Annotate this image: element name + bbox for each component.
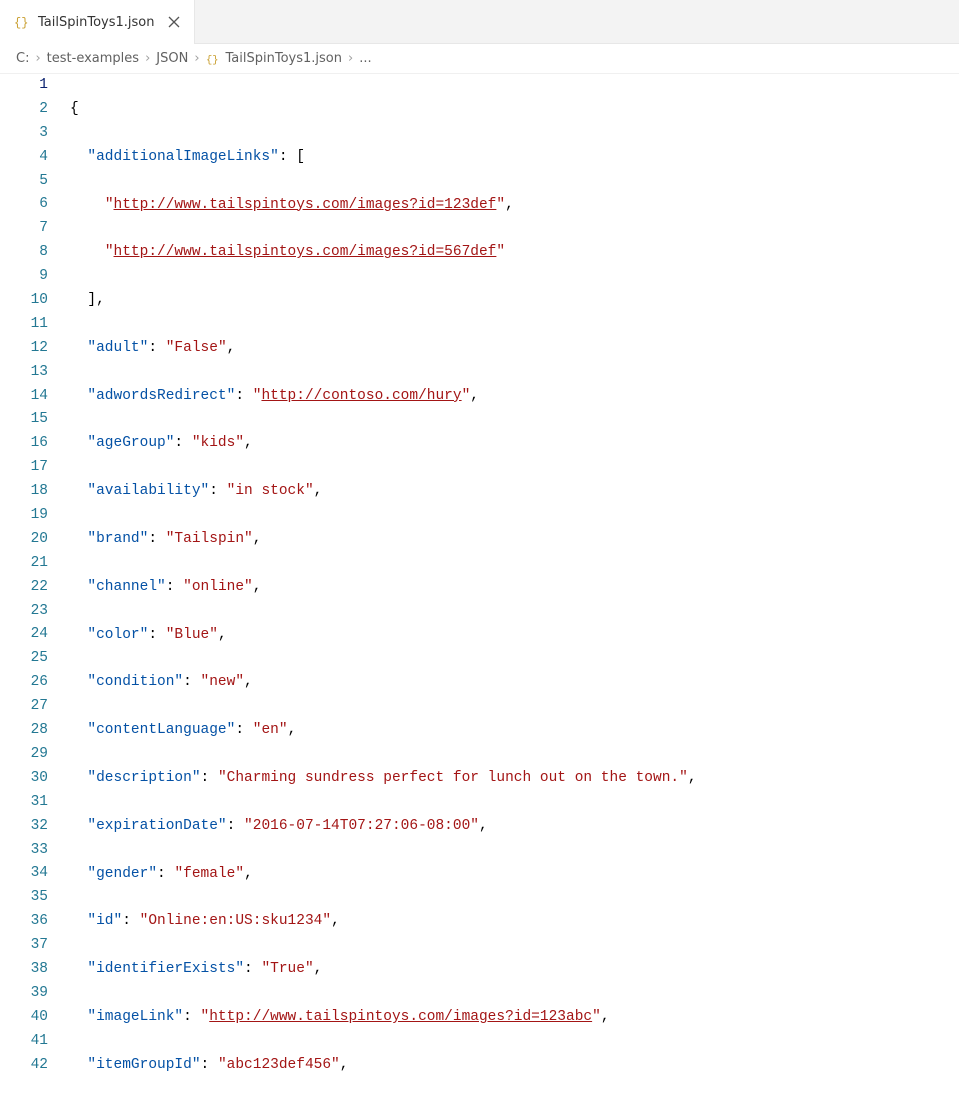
tab-filename: TailSpinToys1.json	[38, 15, 154, 30]
code-line: "identifierExists": "True",	[70, 958, 959, 982]
line-number: 11	[0, 313, 48, 337]
svg-text:{}: {}	[14, 16, 28, 30]
code-line: "ageGroup": "kids",	[70, 432, 959, 456]
line-number: 8	[0, 241, 48, 265]
line-number	[0, 1077, 48, 1101]
line-number: 28	[0, 719, 48, 743]
line-number: 25	[0, 647, 48, 671]
line-number: 35	[0, 886, 48, 910]
code-line: "http://www.tailspintoys.com/images?id=1…	[70, 194, 959, 218]
line-number: 26	[0, 671, 48, 695]
code-line: "channel": "online",	[70, 576, 959, 600]
code-content[interactable]: { "additionalImageLinks": [ "http://www.…	[70, 74, 959, 1083]
code-line: "availability": "in stock",	[70, 480, 959, 504]
code-line: "itemGroupId": "abc123def456",	[70, 1054, 959, 1078]
line-number: 5	[0, 170, 48, 194]
line-number: 41	[0, 1030, 48, 1054]
line-number: 23	[0, 600, 48, 624]
line-number: 16	[0, 432, 48, 456]
json-file-icon: {}	[14, 14, 30, 30]
line-number: 7	[0, 217, 48, 241]
line-number: 15	[0, 408, 48, 432]
code-line: {	[70, 98, 959, 122]
line-number: 27	[0, 695, 48, 719]
breadcrumb-drive[interactable]: C:	[16, 51, 29, 66]
code-line: "description": "Charming sundress perfec…	[70, 767, 959, 791]
line-number: 3	[0, 122, 48, 146]
line-number: 42	[0, 1054, 48, 1078]
line-number: 6	[0, 193, 48, 217]
svg-text:{}: {}	[206, 54, 219, 66]
code-line: "imageLink": "http://www.tailspintoys.co…	[70, 1006, 959, 1030]
line-number: 29	[0, 743, 48, 767]
line-number: 10	[0, 289, 48, 313]
editor-tab[interactable]: {} TailSpinToys1.json	[0, 0, 195, 44]
breadcrumb-ellipsis[interactable]: ...	[359, 51, 371, 66]
line-number: 31	[0, 791, 48, 815]
line-number: 24	[0, 623, 48, 647]
line-number: 13	[0, 361, 48, 385]
code-line: "adult": "False",	[70, 337, 959, 361]
line-number: 4	[0, 146, 48, 170]
breadcrumb-folder[interactable]: test-examples	[47, 51, 139, 66]
line-number: 37	[0, 934, 48, 958]
code-line: "additionalImageLinks": [	[70, 146, 959, 170]
line-number: 36	[0, 910, 48, 934]
code-line: "expirationDate": "2016-07-14T07:27:06-0…	[70, 815, 959, 839]
line-number: 2	[0, 98, 48, 122]
line-number: 18	[0, 480, 48, 504]
chevron-right-icon: ›	[348, 51, 353, 66]
line-number: 40	[0, 1006, 48, 1030]
code-line: "brand": "Tailspin",	[70, 528, 959, 552]
line-number: 20	[0, 528, 48, 552]
chevron-right-icon: ›	[194, 51, 199, 66]
chevron-right-icon: ›	[35, 51, 40, 66]
line-number: 22	[0, 576, 48, 600]
code-line: "gender": "female",	[70, 863, 959, 887]
tab-bar: {} TailSpinToys1.json	[0, 0, 959, 44]
code-line: "condition": "new",	[70, 671, 959, 695]
breadcrumb[interactable]: C: › test-examples › JSON › {} TailSpinT…	[0, 44, 959, 74]
line-number: 34	[0, 862, 48, 886]
code-line: "http://www.tailspintoys.com/images?id=5…	[70, 241, 959, 265]
code-editor[interactable]: 1 2 3 4 5 6 7 8 9 10 11 12 13 14 15 16 1…	[0, 74, 959, 1083]
code-line: ],	[70, 289, 959, 313]
breadcrumb-file[interactable]: {} TailSpinToys1.json	[206, 51, 342, 66]
line-number: 21	[0, 552, 48, 576]
code-line: "color": "Blue",	[70, 624, 959, 648]
line-number: 1	[0, 74, 48, 98]
breadcrumb-folder[interactable]: JSON	[156, 51, 188, 66]
line-number: 17	[0, 456, 48, 480]
code-line: "id": "Online:en:US:sku1234",	[70, 910, 959, 934]
line-number: 12	[0, 337, 48, 361]
code-line: "contentLanguage": "en",	[70, 719, 959, 743]
code-line: "adwordsRedirect": "http://contoso.com/h…	[70, 385, 959, 409]
chevron-right-icon: ›	[145, 51, 150, 66]
close-icon[interactable]	[166, 14, 182, 30]
line-number: 30	[0, 767, 48, 791]
line-number-gutter: 1 2 3 4 5 6 7 8 9 10 11 12 13 14 15 16 1…	[0, 74, 70, 1083]
line-number: 19	[0, 504, 48, 528]
line-number: 32	[0, 815, 48, 839]
line-number: 14	[0, 385, 48, 409]
line-number: 39	[0, 982, 48, 1006]
line-number: 33	[0, 839, 48, 863]
line-number: 9	[0, 265, 48, 289]
line-number: 38	[0, 958, 48, 982]
